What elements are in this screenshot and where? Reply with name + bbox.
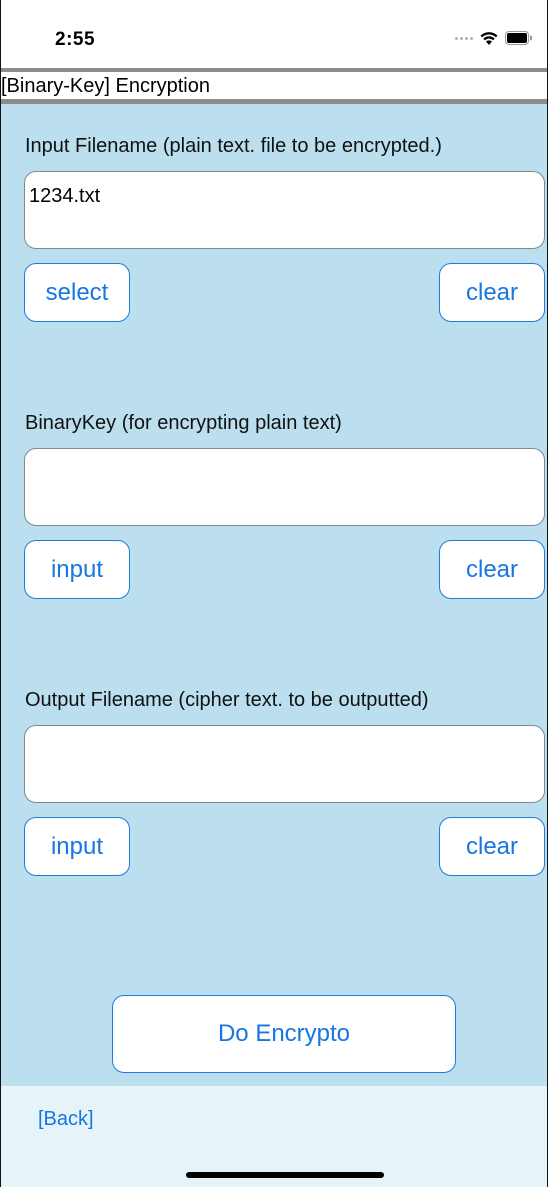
output-filename-label: Output Filename (cipher text. to be outp… [25,689,429,711]
binary-key-label: BinaryKey (for encrypting plain text) [25,412,342,434]
input-filename-field[interactable]: 1234.txt [24,171,545,249]
bottom-toolbar: [Back] [1,1086,547,1187]
page-title: [Binary-Key] Encryption [1,75,210,97]
binary-key-field[interactable] [24,448,545,526]
home-indicator[interactable] [186,1172,384,1178]
main-content: Input Filename (plain text. file to be e… [1,104,547,1086]
battery-icon [505,31,532,45]
output-filename-field[interactable] [24,725,545,803]
select-button[interactable]: select [24,263,130,322]
input-filename-value: 1234.txt [29,185,101,207]
device-screen: 2:55 [Binary-Key] Encryption Input Filen… [0,0,548,1187]
input-output-filename-button[interactable]: input [24,817,130,876]
signal-dots-icon [455,36,473,40]
status-icons [455,30,533,46]
wifi-icon [480,32,498,45]
input-binary-key-button[interactable]: input [24,540,130,599]
do-encrypto-button[interactable]: Do Encrypto [112,995,456,1073]
title-bar: [Binary-Key] Encryption [1,68,547,104]
back-link[interactable]: [Back] [38,1108,94,1131]
status-bar: 2:55 [1,0,547,70]
clear-binary-key-button[interactable]: clear [439,540,545,599]
clear-input-filename-button[interactable]: clear [439,263,545,322]
clear-output-filename-button[interactable]: clear [439,817,545,876]
input-filename-label: Input Filename (plain text. file to be e… [25,135,442,157]
status-time: 2:55 [55,29,96,50]
